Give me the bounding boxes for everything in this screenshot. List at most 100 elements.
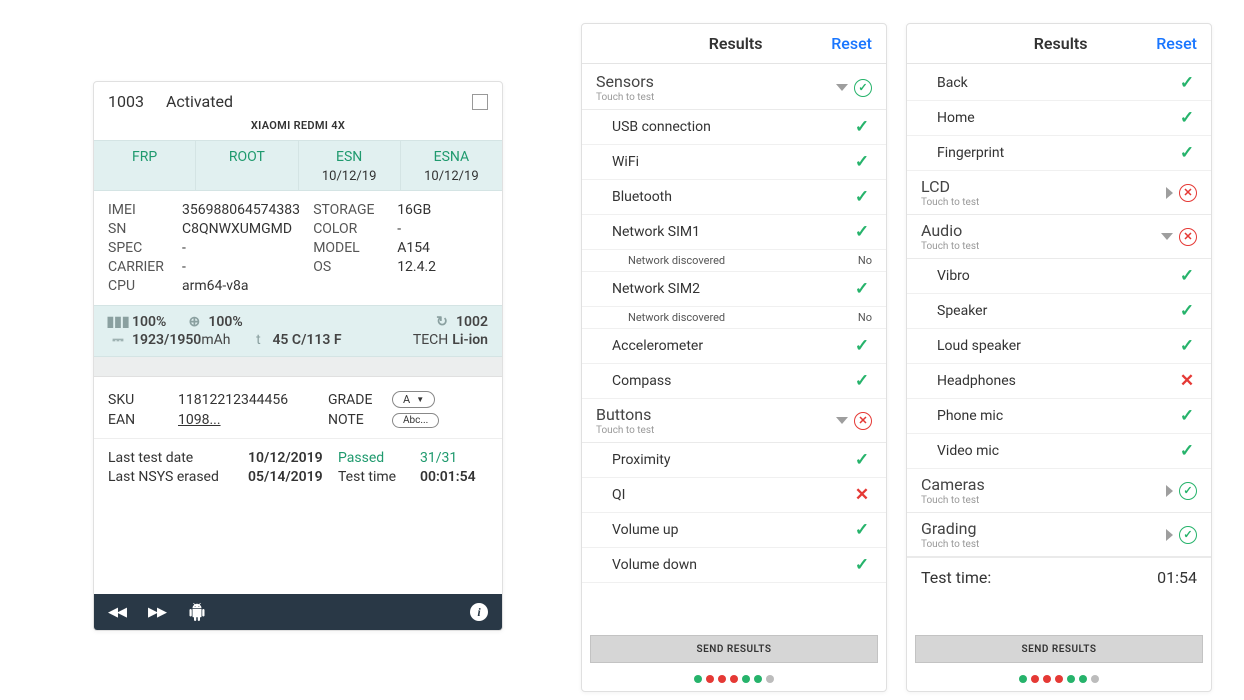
test-item[interactable]: Home✓ [907, 101, 1211, 136]
send-results-button[interactable]: SEND RESULTS [915, 635, 1203, 663]
status-row: FRP ROOT ESN10/12/19 ESNA10/12/19 [94, 140, 502, 191]
test-item[interactable]: Network SIM1✓ [582, 215, 886, 250]
test-item[interactable]: Compass✓ [582, 364, 886, 399]
health-icon: ⊕ [184, 314, 204, 330]
test-item[interactable]: Volume up✓ [582, 513, 886, 548]
section-header[interactable]: GradingTouch to test ✓ [907, 513, 1211, 557]
page-dot[interactable] [730, 675, 738, 683]
results-title: Results [965, 34, 1156, 53]
battery-block: ▮▮▮100% ⊕100% ↻1002 ⎓1923/1950mAh t45 C/… [94, 305, 502, 357]
test-item[interactable]: Fingerprint✓ [907, 136, 1211, 171]
page-dot[interactable] [742, 675, 750, 683]
note-label: NOTE [328, 412, 392, 428]
last-test-date: 10/12/2019 [248, 450, 338, 466]
page-dot[interactable] [766, 675, 774, 683]
info-button[interactable]: i [470, 603, 488, 621]
chevron-right-icon [1166, 529, 1173, 541]
page-dots [582, 675, 886, 683]
forward-button[interactable]: ▶▶ [148, 605, 166, 620]
page-dot[interactable] [1031, 675, 1039, 683]
select-checkbox[interactable] [472, 94, 488, 110]
reset-button[interactable]: Reset [1156, 34, 1197, 53]
results-list[interactable]: SensorsTouch to test ✓ USB connection✓Wi… [582, 66, 886, 629]
check-icon: ✓ [852, 222, 872, 242]
page-dot[interactable] [754, 675, 762, 683]
page-dot[interactable] [1055, 675, 1063, 683]
section-header[interactable]: SensorsTouch to test ✓ [582, 66, 886, 110]
page-dot[interactable] [1043, 675, 1051, 683]
test-item[interactable]: WiFi✓ [582, 145, 886, 180]
root-cell[interactable]: ROOT [196, 141, 298, 190]
esna-cell[interactable]: ESNA10/12/19 [401, 141, 502, 190]
page-dot[interactable] [1091, 675, 1099, 683]
storage-label: STORAGE [313, 202, 397, 218]
section-header[interactable]: AudioTouch to test ✕ [907, 215, 1211, 259]
divider-band [94, 357, 502, 377]
carrier-label: CARRIER [108, 259, 182, 275]
modelcode-value: A154 [397, 240, 430, 256]
test-item[interactable]: QI✕ [582, 478, 886, 513]
imei-label: IMEI [108, 202, 182, 218]
send-results-button[interactable]: SEND RESULTS [590, 635, 878, 663]
sn-label: SN [108, 221, 182, 237]
page-dot[interactable] [1019, 675, 1027, 683]
section-header[interactable]: LCDTouch to test ✕ [907, 171, 1211, 215]
page-dot[interactable] [706, 675, 714, 683]
results-header: Results Reset [582, 24, 886, 64]
test-item[interactable]: Phone mic✓ [907, 399, 1211, 434]
test-item[interactable]: USB connection✓ [582, 110, 886, 145]
page-dot[interactable] [1079, 675, 1087, 683]
check-icon: ✓ [852, 117, 872, 137]
section-header[interactable]: ButtonsTouch to test ✕ [582, 399, 886, 443]
page-dot[interactable] [1067, 675, 1075, 683]
battery-health: 100% [208, 314, 242, 330]
battery-cycles: 1002 [456, 314, 488, 330]
rewind-button[interactable]: ◀◀ [108, 605, 126, 620]
imei-value: 356988064574383 [182, 202, 313, 218]
modelcode-label: MODEL [313, 240, 397, 256]
test-item[interactable]: Speaker✓ [907, 294, 1211, 329]
test-item[interactable]: Volume down✓ [582, 548, 886, 583]
android-button[interactable] [188, 603, 206, 621]
storage-value: 16GB [397, 202, 431, 218]
check-icon: ✓ [1177, 73, 1197, 93]
test-item[interactable]: Network SIM2✓ [582, 272, 886, 307]
grade-select[interactable]: A▼ [392, 391, 435, 408]
test-item[interactable]: Accelerometer✓ [582, 329, 886, 364]
carrier-value: - [182, 259, 313, 275]
erased-label: Last NSYS erased [108, 469, 248, 485]
test-item[interactable]: Loud speaker✓ [907, 329, 1211, 364]
test-item[interactable]: Headphones✕ [907, 364, 1211, 399]
results-title: Results [640, 34, 831, 53]
note-input[interactable]: Abc... [392, 413, 439, 428]
battery-temp: 45 C/113 F [272, 332, 341, 348]
passed-value: 31/31 [420, 450, 457, 466]
test-item[interactable]: Back✓ [907, 66, 1211, 101]
color-label: COLOR [313, 221, 397, 237]
check-icon: ✓ [1177, 406, 1197, 426]
erased-date: 05/14/2019 [248, 469, 338, 485]
test-summary: Last test date 10/12/2019 Passed 31/31 L… [94, 438, 502, 498]
test-item[interactable]: Vibro✓ [907, 259, 1211, 294]
results-list[interactable]: Back✓Home✓Fingerprint✓ LCDTouch to test … [907, 66, 1211, 629]
battery-mah: 1923/1950 [132, 332, 201, 348]
chevron-down-icon [836, 84, 848, 91]
chevron-right-icon [1166, 187, 1173, 199]
ean-value[interactable]: 1098... [178, 412, 328, 428]
reset-button[interactable]: Reset [831, 34, 872, 53]
results-panel-1: Results Reset SensorsTouch to test ✓ USB… [581, 23, 887, 692]
check-icon: ✓ [852, 152, 872, 172]
check-icon: ✓ [1177, 441, 1197, 461]
page-dot[interactable] [694, 675, 702, 683]
test-item[interactable]: Bluetooth✓ [582, 180, 886, 215]
test-item[interactable]: Video mic✓ [907, 434, 1211, 469]
test-item[interactable]: Proximity✓ [582, 443, 886, 478]
os-label: OS [313, 259, 397, 275]
section-header[interactable]: CamerasTouch to test ✓ [907, 469, 1211, 513]
check-icon: ✓ [1177, 301, 1197, 321]
page-dot[interactable] [718, 675, 726, 683]
test-subitem: Network discoveredNo [582, 250, 886, 272]
esn-cell[interactable]: ESN10/12/19 [299, 141, 401, 190]
check-icon: ✓ [852, 450, 872, 470]
frp-cell[interactable]: FRP [94, 141, 196, 190]
